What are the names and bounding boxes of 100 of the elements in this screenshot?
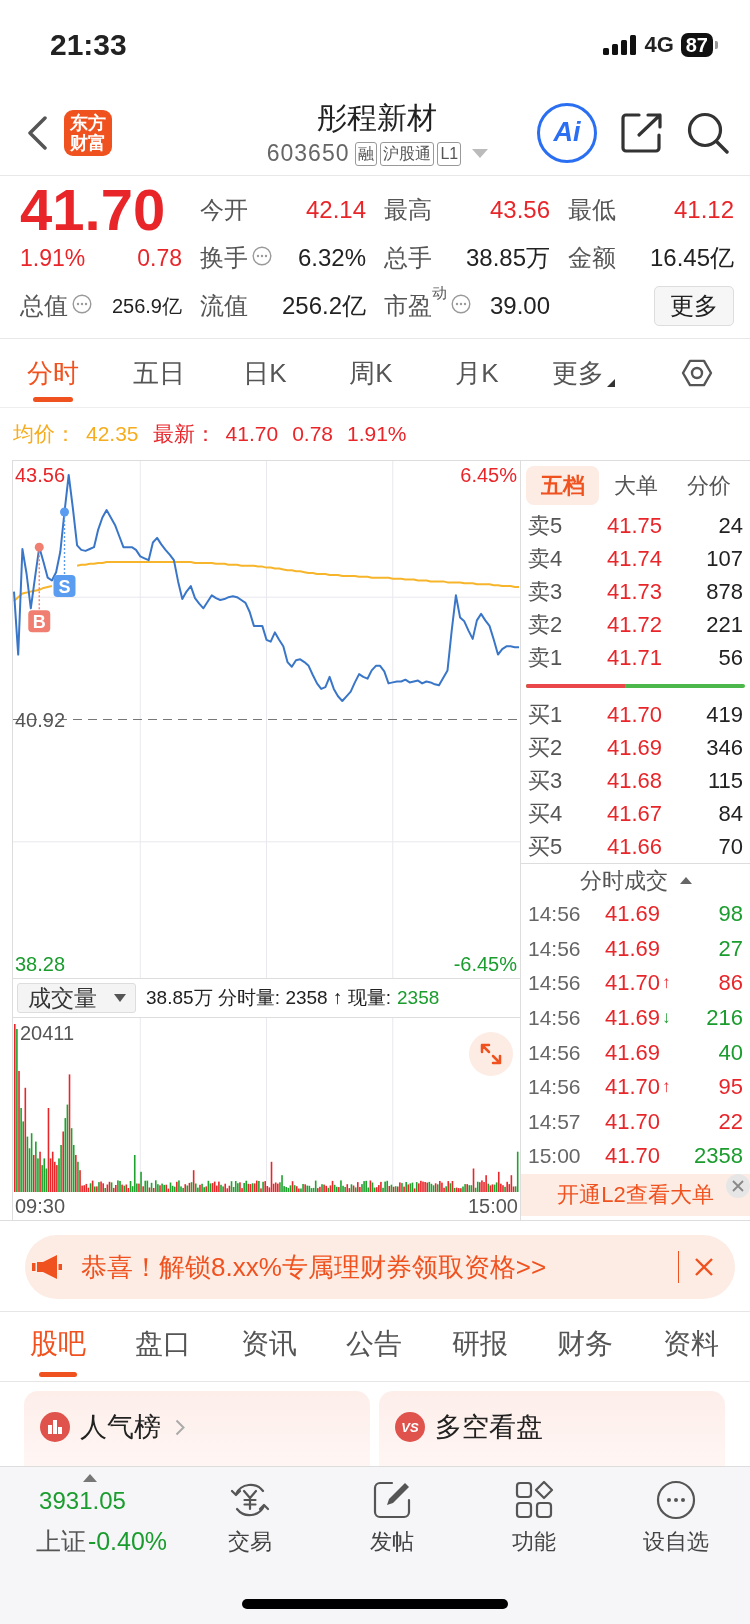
stat-label: 最高 [384,195,432,225]
trade-time: 14:56 [528,1075,582,1100]
level-label: 卖5 [528,511,564,540]
trade-volume: 22 [717,1108,743,1135]
ellipsis-circle-icon [656,1480,696,1520]
stock-tag: L1 [437,141,462,166]
section-tab[interactable]: 财务 [532,1312,638,1381]
section-tab[interactable]: 资料 [638,1312,744,1381]
feature-card[interactable]: 人气榜 [24,1391,370,1466]
stat-value: 42.14 [305,196,366,224]
trade-price: 41.70 [603,1143,660,1170]
level-price: 41.75 [605,512,662,539]
trade-volume: 27 [717,935,743,962]
trade-time: 14:56 [528,971,582,996]
trade-time: 14:56 [528,1006,582,1031]
trade-volume: 95 [717,1074,743,1101]
axis-label: 38.28 [15,953,66,976]
legend-value: 41.70 [225,422,279,446]
level-label: 买4 [528,799,564,828]
trade-volume: 40 [717,1039,743,1066]
level-volume: 70 [717,833,743,860]
level-volume: 24 [717,512,743,539]
change-amount: 0.78 [137,244,182,272]
trade-time: 14:57 [528,1109,582,1134]
legend-value: 0.78 [292,422,333,446]
feature-card[interactable]: VS 多空看盘 [379,1391,725,1466]
trade-volume: 98 [717,901,743,928]
close-icon[interactable] [695,1258,713,1276]
stock-name: 彤程新材 [317,99,438,136]
caret-icon [114,994,126,1002]
annotation: B [32,612,46,633]
stat-label: 总手 [384,243,432,273]
legend-label: 均价： [13,421,76,447]
trade-price: 41.69 [603,935,660,962]
indicator-dropdown[interactable]: 成交量 [17,983,136,1013]
stat-value: 43.56 [489,196,550,224]
megaphone-icon [32,1255,62,1279]
bar-chart-icon [40,1412,70,1442]
trade-button[interactable]: 交易 [179,1467,321,1587]
level-price: 41.71 [605,644,662,671]
edit-icon [372,1480,412,1520]
chart-tab[interactable]: 日K [212,339,318,407]
order-book-tab[interactable]: 分价 [672,466,745,505]
section-tab[interactable]: 研报 [427,1312,533,1381]
versus-badge: VS [395,1412,425,1442]
trade-time: 14:56 [528,902,582,927]
time-axis-label: 09:30 [15,1194,66,1218]
stat-value: 256.2亿 [281,291,366,321]
level-label: 卖1 [528,643,564,672]
legend-value: 42.35 [86,422,139,446]
section-tab[interactable]: 股吧 [5,1312,111,1381]
level-price: 41.67 [605,800,662,827]
current-volume: 2358 [397,987,440,1009]
section-tab[interactable]: 公告 [321,1312,427,1381]
chart-tab[interactable]: 分时 [0,339,106,407]
chart-tab[interactable]: 五日 [106,339,212,407]
stock-code: 603650 [266,140,350,167]
chart-tab[interactable]: 周K [318,339,424,407]
stat-value: 41.12 [673,196,734,224]
ai-assistant-button[interactable]: Ai [537,102,597,163]
app-logo: 东方财富 [64,109,112,156]
level-label: 买5 [528,832,564,861]
expand-icon[interactable] [469,1032,513,1076]
level-volume: 107 [705,545,743,572]
level-price: 41.69 [605,734,662,761]
post-button[interactable]: 发帖 [321,1467,463,1587]
level-price: 41.73 [605,578,662,605]
chart-tab[interactable]: 更多 [530,339,636,407]
functions-button[interactable]: 功能 [463,1467,605,1587]
stock-tag: 沪股通 [380,141,435,166]
card-title: 多空看盘 [435,1412,543,1442]
stat-label: 最低 [568,195,616,225]
level-label: 买1 [528,700,564,729]
level-volume: 115 [706,767,743,794]
level-label: 买2 [528,733,564,762]
stat-value: 38.85万 [465,243,550,273]
axis-label: 20411 [20,1022,75,1044]
order-book-tab[interactable]: 大单 [599,466,672,505]
stat-value: 39.00 [489,292,550,320]
index-name: 上证 [35,1526,86,1557]
section-tab[interactable]: 资讯 [216,1312,322,1381]
axis-label: 43.56 [15,463,66,486]
share-icon[interactable] [620,111,664,154]
network-type: 4G [644,32,674,58]
trade-time: 14:56 [528,936,582,961]
last-price: 41.70 [20,186,166,234]
section-tab[interactable]: 盘口 [110,1312,216,1381]
more-button[interactable]: 更多 [654,286,734,326]
trade-price: 41.69 [603,1039,660,1066]
search-icon[interactable] [687,111,729,154]
trade-price: 41.70 [603,1074,660,1101]
close-icon[interactable] [726,1174,750,1198]
level-price: 41.74 [605,545,662,572]
chart-tab[interactable]: 月K [424,339,530,407]
level-label: 卖4 [528,544,564,573]
level-label: 买3 [528,766,564,795]
back-icon[interactable] [26,115,48,150]
dropdown-caret-icon [472,149,489,158]
level-price: 41.68 [605,767,662,794]
add-watchlist-button[interactable]: 设自选 [605,1467,747,1587]
